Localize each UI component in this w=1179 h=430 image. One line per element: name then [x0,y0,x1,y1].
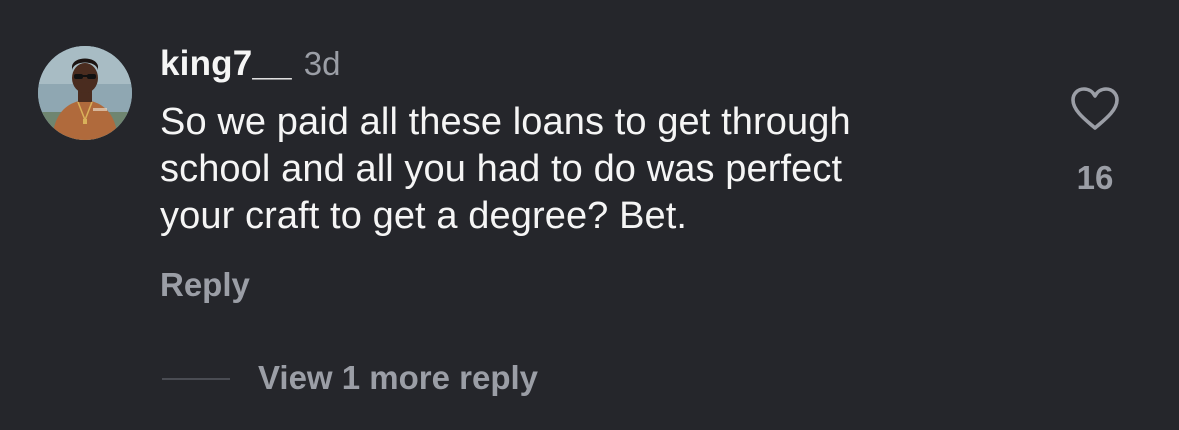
avatar-image [38,46,132,140]
username[interactable]: king7__ [160,44,292,84]
comment-text-line: your craft to get a degree? Bet. [160,195,688,237]
avatar[interactable] [38,46,132,140]
heart-outline-icon [1071,87,1119,130]
comment-header: king7__ 3d [160,44,340,86]
replies-divider [162,378,230,380]
like-button[interactable] [1069,86,1121,132]
comment-item: king7__ 3d So we paid all these loans to… [0,0,1179,430]
timestamp: 3d [303,45,341,82]
comment-text-line: school and all you had to do was perfect [160,148,843,190]
reply-button[interactable]: Reply [160,266,250,304]
view-more-replies-button[interactable]: View 1 more reply [258,359,538,397]
like-count: 16 [1076,159,1114,196]
comment-text: So we paid all these loans to get throug… [160,99,1020,240]
comment-text-line: So we paid all these loans to get throug… [160,101,851,143]
